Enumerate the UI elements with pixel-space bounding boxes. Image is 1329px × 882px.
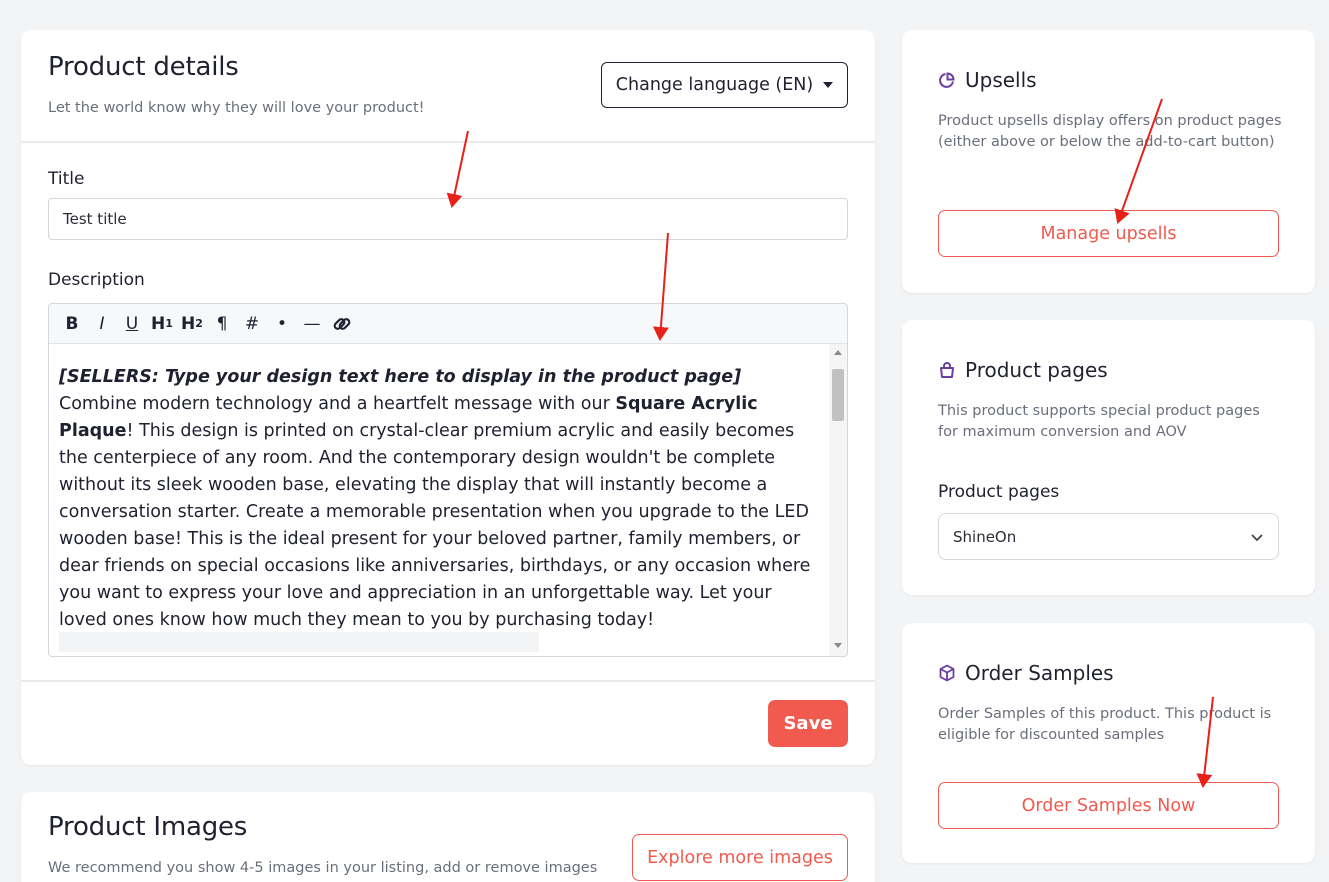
header-divider — [21, 141, 875, 143]
title-input[interactable]: Test title — [48, 198, 848, 240]
product-pages-select-value: ShineOn — [953, 527, 1017, 546]
upsells-description: Product upsells display offers on produc… — [938, 113, 1282, 150]
product-details-title: Product details — [48, 52, 239, 82]
description-text-end: ! This design is printed on crystal-clea… — [59, 421, 811, 630]
product-images-subtitle: We recommend you show 4-5 images in your… — [48, 860, 598, 876]
underline-button[interactable]: U — [117, 310, 147, 338]
pie-chart-icon — [939, 72, 955, 88]
save-button[interactable]: Save — [768, 700, 848, 747]
description-paragraph: Combine modern technology and a heartfel… — [59, 391, 819, 634]
scroll-down-icon[interactable] — [834, 643, 842, 648]
bullet-list-button[interactable]: • — [267, 310, 297, 338]
hashtag-button[interactable]: # — [237, 310, 267, 338]
order-samples-title: Order Samples — [965, 661, 1114, 685]
scroll-thumb[interactable] — [832, 369, 844, 421]
description-label: Description — [48, 270, 145, 290]
product-images-card: Product Images We recommend you show 4-5… — [21, 792, 875, 882]
bold-button[interactable]: B — [57, 310, 87, 338]
explore-images-button[interactable]: Explore more images — [632, 834, 848, 881]
upsells-title: Upsells — [965, 68, 1037, 92]
footer-divider — [21, 680, 875, 682]
seller-note: [SELLERS: Type your design text here to … — [59, 367, 742, 387]
title-label: Title — [48, 169, 85, 189]
paragraph-button[interactable]: ¶ — [207, 310, 237, 338]
product-pages-title: Product pages — [965, 358, 1108, 382]
manage-upsells-button[interactable]: Manage upsells — [938, 210, 1279, 257]
product-details-card: Product details Let the world know why t… — [21, 30, 875, 765]
order-samples-button[interactable]: Order Samples Now — [938, 782, 1279, 829]
editor-toolbar: B I U H1 H2 ¶ # • — — [49, 304, 847, 344]
italic-button[interactable]: I — [87, 310, 117, 338]
editor-scrollbar[interactable] — [829, 344, 847, 656]
editor-content[interactable]: [SELLERS: Type your design text here to … — [49, 344, 829, 656]
product-pages-select[interactable]: ShineOn — [938, 513, 1279, 560]
link-icon[interactable] — [327, 310, 357, 338]
description-text-start: Combine modern technology and a heartfel… — [59, 394, 616, 414]
scroll-up-icon[interactable] — [834, 350, 842, 355]
upsells-card: Upsells Product upsells display offers o… — [902, 30, 1315, 293]
heading-2-button[interactable]: H2 — [177, 310, 207, 338]
product-pages-select-label: Product pages — [938, 482, 1060, 502]
product-details-subtitle: Let the world know why they will love yo… — [48, 100, 425, 116]
horizontal-rule-button[interactable]: — — [297, 310, 327, 338]
order-samples-card: Order Samples Order Samples of this prod… — [902, 623, 1315, 863]
caret-down-icon — [823, 82, 834, 88]
product-pages-card: Product pages This product supports spec… — [902, 320, 1315, 595]
title-input-value: Test title — [63, 210, 127, 228]
change-language-label: Change language (EN) — [615, 75, 814, 95]
chevron-down-icon — [1251, 533, 1263, 541]
heading-1-button[interactable]: H1 — [147, 310, 177, 338]
box-icon — [939, 664, 955, 682]
order-samples-description: Order Samples of this product. This prod… — [938, 706, 1272, 743]
empty-line-highlight — [59, 632, 539, 652]
description-editor[interactable]: B I U H1 H2 ¶ # • — [SELLERS: Type your … — [48, 303, 848, 657]
change-language-button[interactable]: Change language (EN) — [601, 62, 848, 108]
product-images-title: Product Images — [48, 812, 248, 842]
product-pages-description: This product supports special product pa… — [938, 403, 1260, 440]
shopping-bag-icon — [940, 362, 954, 378]
